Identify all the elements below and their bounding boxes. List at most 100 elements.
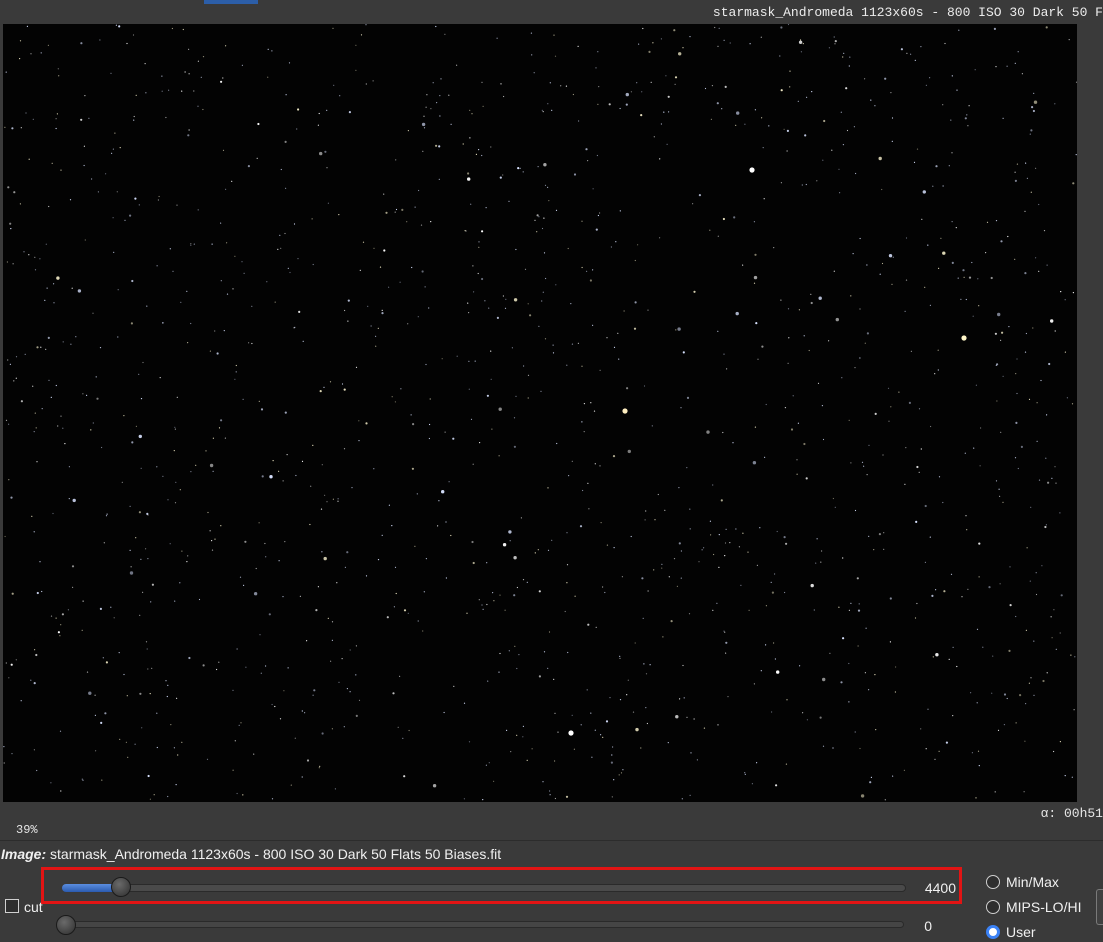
star [742, 532, 744, 534]
star [341, 658, 343, 660]
star [541, 300, 543, 302]
star [599, 465, 601, 467]
image-viewer[interactable] [3, 24, 1077, 802]
radio-min-max[interactable]: Min/Max [986, 872, 1059, 892]
star [675, 715, 679, 719]
star [810, 301, 813, 305]
star [147, 774, 150, 778]
star [445, 521, 447, 523]
side-panel-button[interactable] [1096, 889, 1103, 925]
star [638, 43, 640, 45]
star [547, 667, 549, 670]
star [994, 791, 996, 793]
star [924, 286, 926, 288]
low-slider-track[interactable] [62, 921, 904, 928]
star [852, 253, 854, 255]
star [999, 495, 1001, 497]
star [780, 89, 783, 92]
star [482, 105, 484, 107]
star [81, 629, 83, 631]
star [937, 369, 939, 371]
star [967, 588, 969, 591]
star [224, 437, 226, 439]
star [469, 137, 471, 139]
star [735, 528, 737, 530]
star [176, 396, 178, 398]
star [810, 583, 814, 588]
star [615, 241, 617, 243]
star [752, 461, 757, 465]
star [259, 634, 261, 636]
star [651, 425, 653, 427]
star [932, 656, 934, 658]
star [377, 327, 379, 329]
star [1071, 776, 1073, 778]
star [423, 591, 425, 593]
star [504, 307, 507, 309]
star [244, 540, 247, 543]
star [486, 562, 488, 564]
radio-mips-lo-hi[interactable]: MIPS-LO/HI [986, 897, 1081, 917]
active-tab-indicator[interactable] [204, 0, 258, 4]
star [498, 455, 500, 457]
star [689, 36, 691, 38]
star [59, 635, 61, 637]
star [951, 75, 953, 77]
star [840, 111, 842, 113]
star [549, 794, 551, 796]
high-slider-track[interactable] [62, 884, 906, 892]
star [863, 465, 865, 467]
star [551, 539, 553, 541]
star [710, 534, 712, 536]
star [28, 254, 30, 256]
star [135, 425, 137, 427]
star [634, 301, 637, 304]
star [888, 254, 893, 258]
star [71, 287, 73, 289]
star [395, 208, 398, 211]
star [445, 577, 447, 579]
star [645, 707, 647, 709]
star [332, 27, 334, 29]
radio-user-circle[interactable] [986, 925, 1000, 939]
star [243, 272, 245, 274]
star [293, 223, 296, 225]
star [776, 530, 778, 533]
star [891, 283, 893, 285]
radio-user[interactable]: User [986, 922, 1036, 942]
star [113, 617, 115, 619]
star [34, 269, 37, 271]
star [567, 651, 569, 654]
radio-mips-lo-hi-circle[interactable] [986, 900, 1000, 914]
star [717, 330, 719, 332]
star [839, 192, 841, 194]
star [571, 343, 574, 345]
star [499, 176, 502, 179]
image-filename: starmask_Andromeda 1123x60s - 800 ISO 30… [50, 846, 502, 862]
star [815, 562, 817, 564]
star [674, 83, 676, 85]
star [866, 332, 870, 335]
star [875, 729, 877, 731]
star [287, 667, 289, 669]
star [770, 581, 772, 584]
star [842, 637, 845, 640]
star [744, 772, 746, 774]
star [960, 298, 962, 300]
star [942, 251, 946, 255]
radio-min-max-circle[interactable] [986, 875, 1000, 889]
star [599, 212, 601, 214]
star [1016, 163, 1019, 165]
star [667, 95, 670, 98]
star [776, 670, 780, 674]
cut-checkbox[interactable] [5, 899, 19, 913]
star [510, 751, 512, 753]
star [749, 43, 751, 45]
low-slider-thumb[interactable] [56, 915, 76, 935]
star [318, 767, 320, 769]
star [531, 748, 533, 750]
star [661, 563, 663, 566]
high-slider-thumb[interactable] [111, 877, 131, 897]
star [613, 547, 615, 549]
star [1002, 117, 1004, 119]
